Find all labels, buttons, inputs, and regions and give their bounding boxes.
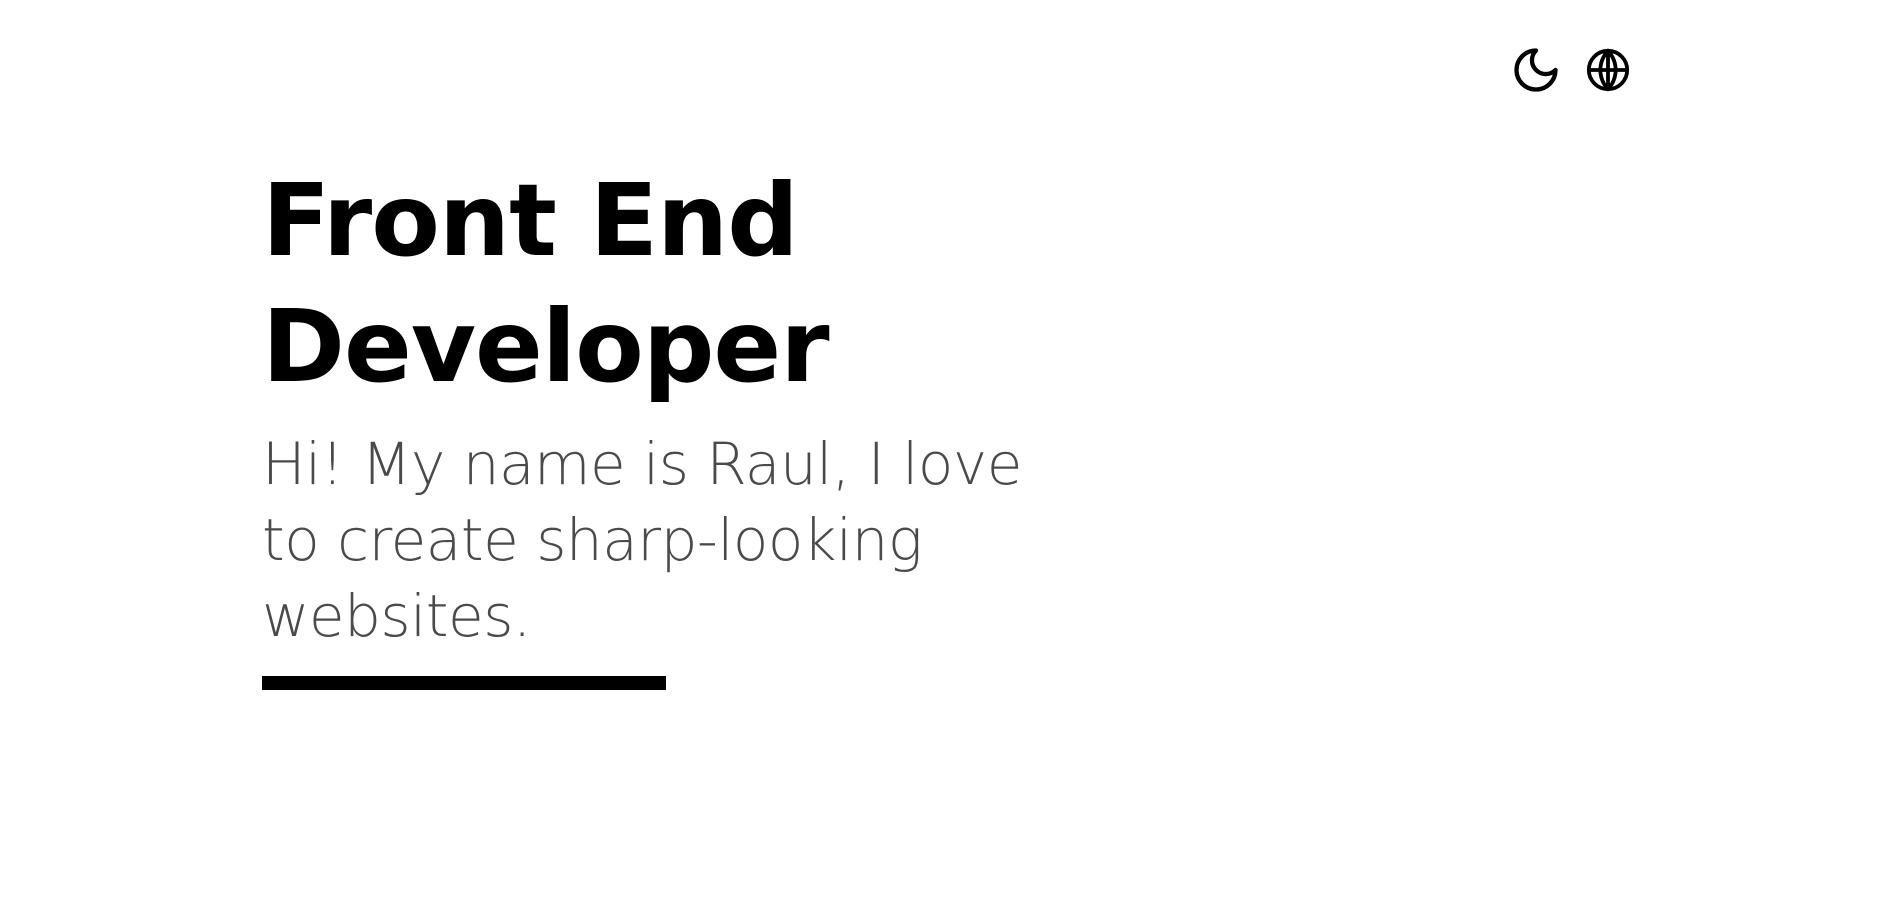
header-toolbar: [1510, 44, 1634, 96]
intro-text: Hi! My name is Raul, I love to create sh…: [262, 430, 1022, 650]
title-line-2: Developer: [262, 288, 830, 405]
moon-icon: [1514, 48, 1558, 92]
page-title: Front End Developer: [262, 158, 830, 410]
theme-toggle-button[interactable]: [1510, 44, 1562, 96]
hero-section: Front End Developer Hi! My name is Raul,…: [262, 158, 1082, 690]
language-button[interactable]: [1582, 44, 1634, 96]
title-line-1: Front End: [262, 162, 799, 279]
accent-underline: [262, 676, 666, 690]
globe-icon: [1586, 48, 1630, 92]
